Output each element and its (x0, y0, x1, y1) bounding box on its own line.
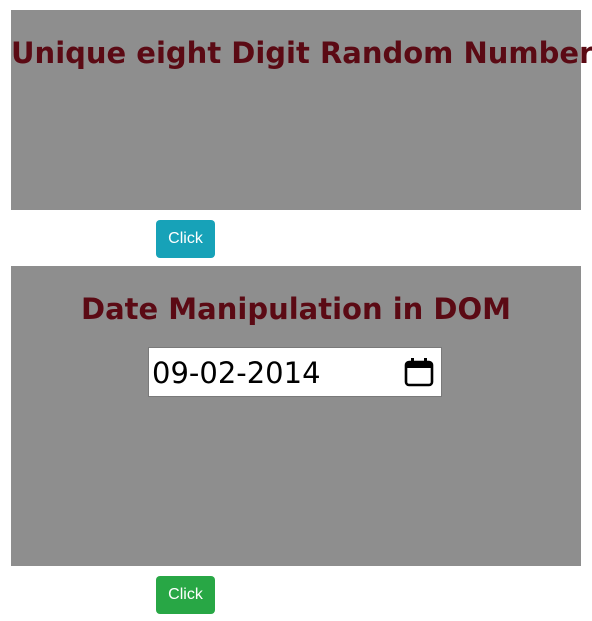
date-manipulation-panel: Date Manipulation in DOM 09-02-2014 (11, 266, 581, 566)
date-input[interactable]: 09-02-2014 (148, 347, 442, 397)
date-click-button[interactable]: Click (156, 576, 215, 614)
random-number-click-button[interactable]: Click (156, 220, 215, 258)
random-number-panel: Unique eight Digit Random Number (11, 10, 592, 210)
random-number-title: Unique eight Digit Random Number (11, 36, 592, 70)
date-manipulation-title: Date Manipulation in DOM (81, 292, 511, 326)
date-input-value[interactable]: 09-02-2014 (152, 356, 321, 390)
calendar-icon[interactable] (403, 356, 435, 388)
